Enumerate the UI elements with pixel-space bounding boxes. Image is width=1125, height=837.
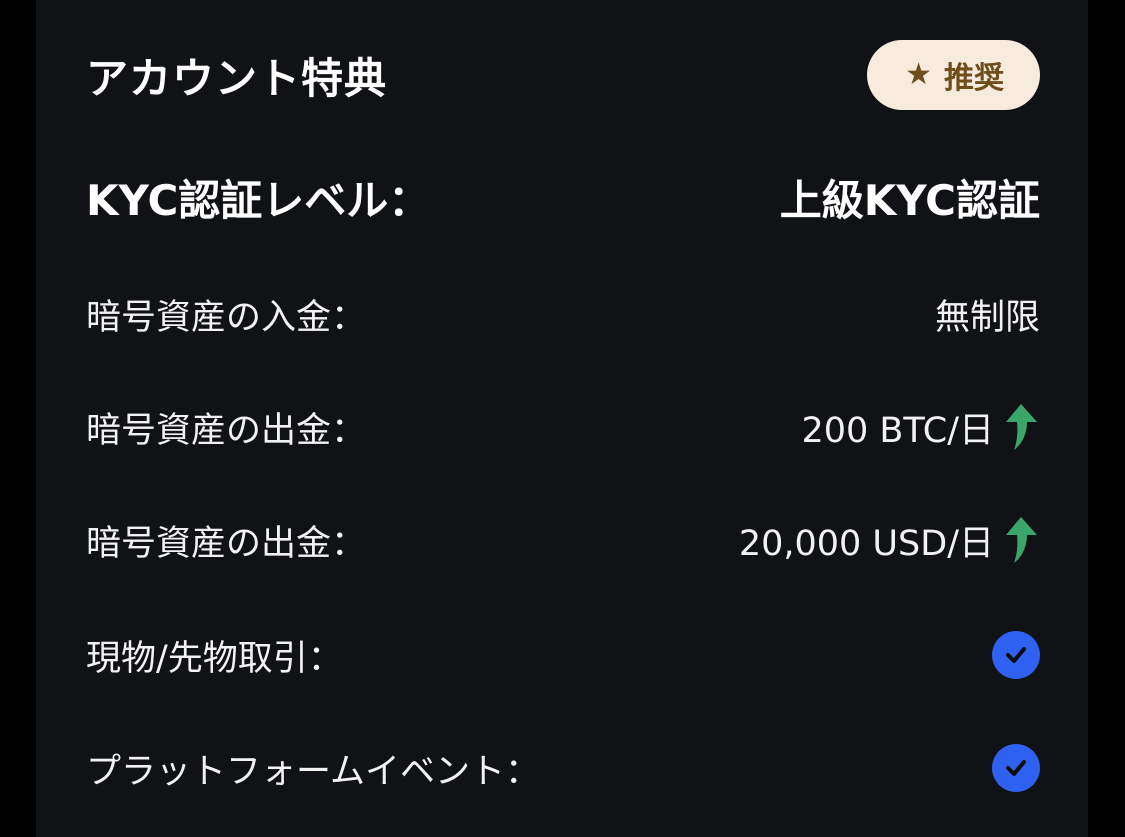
benefit-value-text: 無制限 bbox=[934, 297, 1040, 338]
benefit-row-platform-events: プラットフォームイベント： bbox=[86, 738, 1040, 798]
benefit-value-text: 200 BTC/日 bbox=[801, 410, 994, 451]
benefit-label: 現物/先物取引： bbox=[86, 638, 343, 679]
benefit-row-crypto-withdraw-usd: 暗号資産の出金： 20,000 USD/日 bbox=[86, 510, 1040, 570]
up-arrow-icon bbox=[1006, 404, 1037, 450]
benefit-label: 暗号資産の入金： bbox=[86, 297, 367, 338]
recommended-badge: ★ 推奨 bbox=[867, 40, 1040, 110]
page-title: アカウント特典 bbox=[86, 53, 388, 103]
check-circle-icon bbox=[992, 631, 1040, 679]
kyc-level-row: KYC認証レベル： 上級KYC認証 bbox=[86, 162, 1040, 232]
badge-label: 推奨 bbox=[944, 61, 1004, 96]
benefit-value: 無制限 bbox=[935, 289, 1040, 340]
kyc-level-value: 上級KYC認証 bbox=[779, 175, 1040, 225]
account-benefits-panel: アカウント特典 ★ 推奨 KYC認証レベル： 上級KYC認証 暗号資産の入金： … bbox=[36, 0, 1088, 837]
benefit-value-text: 20,000 USD/日 bbox=[738, 523, 994, 564]
benefit-value: 200 BTC/日 bbox=[801, 402, 1040, 453]
panel-header: アカウント特典 ★ 推奨 bbox=[86, 38, 1040, 112]
benefit-label: プラットフォームイベント： bbox=[86, 751, 540, 792]
up-arrow-icon bbox=[1006, 517, 1037, 563]
star-icon: ★ bbox=[905, 57, 932, 92]
benefit-label: 暗号資産の出金： bbox=[86, 523, 367, 564]
benefit-row-spot-futures: 現物/先物取引： bbox=[86, 625, 1040, 685]
benefit-row-crypto-withdraw-btc: 暗号資産の出金： 200 BTC/日 bbox=[86, 397, 1040, 457]
kyc-level-label: KYC認証レベル： bbox=[86, 175, 431, 225]
benefit-row-crypto-deposit: 暗号資産の入金： 無制限 bbox=[86, 284, 1040, 344]
benefit-label: 暗号資産の出金： bbox=[86, 410, 367, 451]
check-circle-icon bbox=[992, 744, 1040, 792]
benefit-value: 20,000 USD/日 bbox=[739, 515, 1040, 566]
